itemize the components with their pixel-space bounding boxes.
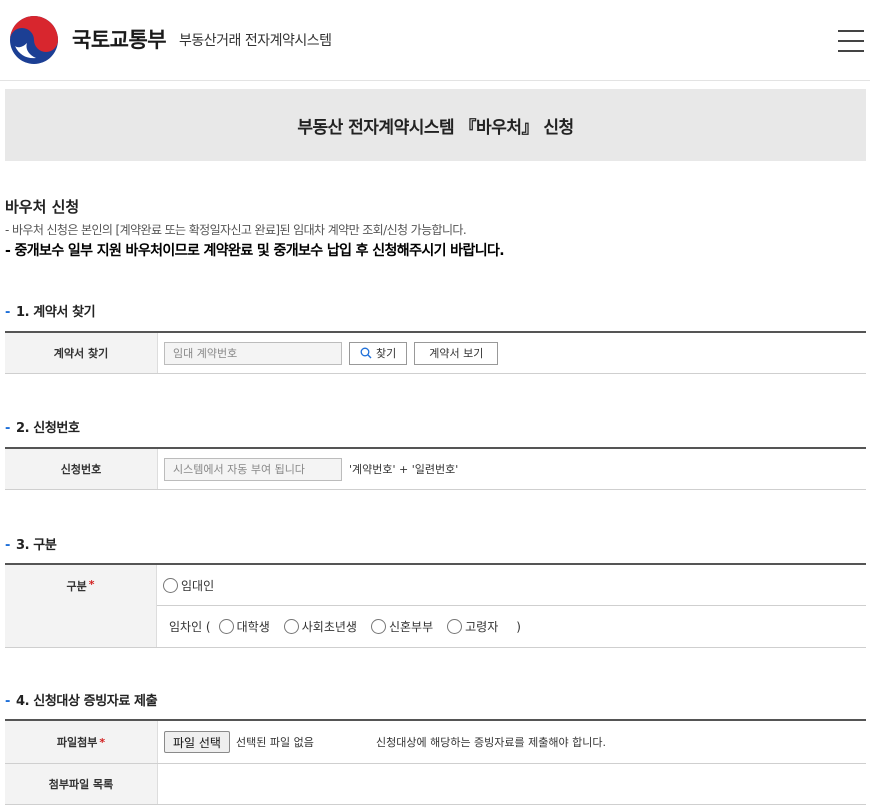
radio-label: 대학생 [236, 620, 270, 634]
attached-files-row: 첨부파일 목록 [5, 764, 866, 805]
radio-circle-icon [370, 619, 386, 634]
section-dash-icon: - [5, 305, 10, 320]
tenant-row: 임차인 ( 대학생 사회초년생 신혼부부 고령자 ) [157, 606, 866, 647]
category-form: 구분 * 임대인 임차인 ( 대학생 사회초년생 신혼부부 고령자) [5, 563, 866, 648]
attached-files-label: 첨부파일 목록 [5, 764, 158, 804]
intro-title: 바우처 신청 [5, 198, 80, 216]
radio-circle-icon [283, 619, 299, 634]
search-button[interactable]: 찾기 [349, 341, 408, 365]
radio-new-worker[interactable]: 사회초년생 [283, 618, 357, 635]
section-dash-icon: - [5, 538, 10, 553]
section-2-title-text: 2. 신청번호 [16, 421, 80, 436]
category-label-text: 구분 [66, 580, 87, 593]
file-attach-row: 파일첨부 * 파일 선택 선택된 파일 없음 신청대상에 해당하는 증빙자료를 제… [5, 721, 866, 764]
file-attach-cell: 파일 선택 선택된 파일 없음 신청대상에 해당하는 증빙자료를 제출해야 합니… [158, 721, 866, 763]
file-select-button[interactable]: 파일 선택 [164, 731, 230, 753]
radio-label: 신혼부부 [388, 620, 434, 634]
contract-search-row: 계약서 찾기 임대 계약번호 찾기 계약서 보기 [5, 333, 866, 374]
section-1-title-text: 1. 계약서 찾기 [16, 305, 96, 320]
application-number-hint: '계약번호' + '일련번호' [349, 463, 459, 476]
section-1-title: -1. 계약서 찾기 [5, 301, 96, 320]
section-3-title-text: 3. 구분 [16, 538, 57, 553]
search-icon [360, 347, 372, 359]
contract-number-input[interactable]: 임대 계약번호 [164, 341, 342, 365]
section-2-title: -2. 신청번호 [5, 417, 80, 436]
section-4-title-text: 4. 신청대상 증빙자료 제출 [16, 694, 158, 709]
org-subtitle: 부동산거래 전자계약시스템 [179, 33, 332, 49]
application-number-form: 신청번호 시스템에서 자동 부여 됩니다 '계약번호' + '일련번호' [5, 447, 866, 490]
application-number-input: 시스템에서 자동 부여 됩니다 [164, 457, 342, 481]
intro-note: - 바우처 신청은 본인의 [계약완료 또는 확정일자신고 완료]된 임대차 계… [5, 223, 467, 237]
application-number-row: 신청번호 시스템에서 자동 부여 됩니다 '계약번호' + '일련번호' [5, 449, 866, 490]
page-title: 부동산 전자계약시스템 『바우처』 신청 [5, 89, 866, 161]
radio-label: 사회초년생 [301, 620, 357, 634]
category-options: 임대인 임차인 ( 대학생 사회초년생 신혼부부 고령자 ) [157, 565, 866, 647]
attach-hint: 신청대상에 해당하는 증빙자료를 제출해야 합니다. [375, 736, 606, 749]
file-attach-label-text: 파일첨부 [56, 736, 98, 749]
application-number-label: 신청번호 [5, 449, 158, 489]
radio-landlord-label: 임대인 [181, 578, 215, 593]
tenant-prefix: 임차인 ( [169, 620, 211, 634]
site-header: 국토교통부 부동산거래 전자계약시스템 [0, 0, 870, 81]
hamburger-menu-icon[interactable] [838, 30, 864, 52]
required-mark: * [88, 578, 95, 591]
attached-files-list [158, 764, 866, 804]
category-label: 구분 * [5, 565, 157, 647]
radio-landlord[interactable]: 임대인 [163, 577, 214, 594]
radio-newlyweds[interactable]: 신혼부부 [370, 618, 434, 635]
radio-circle-icon [218, 619, 234, 634]
contract-search-cell: 임대 계약번호 찾기 계약서 보기 [158, 333, 866, 373]
org-name[interactable]: 국토교통부 [72, 24, 167, 54]
view-contract-button[interactable]: 계약서 보기 [414, 341, 499, 365]
search-button-label: 찾기 [376, 347, 397, 360]
file-status: 선택된 파일 없음 [235, 736, 314, 749]
section-4-title: -4. 신청대상 증빙자료 제출 [5, 690, 158, 709]
intro-notice: - 중개보수 일부 지원 바우처이므로 계약완료 및 중개보수 납입 후 신청해… [5, 243, 505, 259]
radio-label: 고령자 [465, 620, 499, 634]
government-emblem-logo[interactable] [9, 15, 59, 65]
evidence-upload-form: 파일첨부 * 파일 선택 선택된 파일 없음 신청대상에 해당하는 증빙자료를 제… [5, 719, 866, 805]
radio-senior[interactable]: 고령자 [447, 618, 498, 635]
landlord-row: 임대인 [157, 565, 866, 606]
contract-search-label: 계약서 찾기 [5, 333, 158, 373]
section-dash-icon: - [5, 694, 10, 709]
radio-circle-icon [163, 577, 178, 593]
required-mark: * [99, 735, 106, 749]
file-attach-label: 파일첨부 * [5, 721, 158, 763]
radio-circle-icon [447, 619, 463, 634]
tenant-suffix: ) [516, 619, 521, 634]
section-3-title: -3. 구분 [5, 534, 57, 553]
radio-college-student[interactable]: 대학생 [218, 618, 270, 635]
section-dash-icon: - [5, 421, 10, 436]
contract-search-form: 계약서 찾기 임대 계약번호 찾기 계약서 보기 [5, 331, 866, 374]
application-number-cell: 시스템에서 자동 부여 됩니다 '계약번호' + '일련번호' [158, 449, 866, 489]
